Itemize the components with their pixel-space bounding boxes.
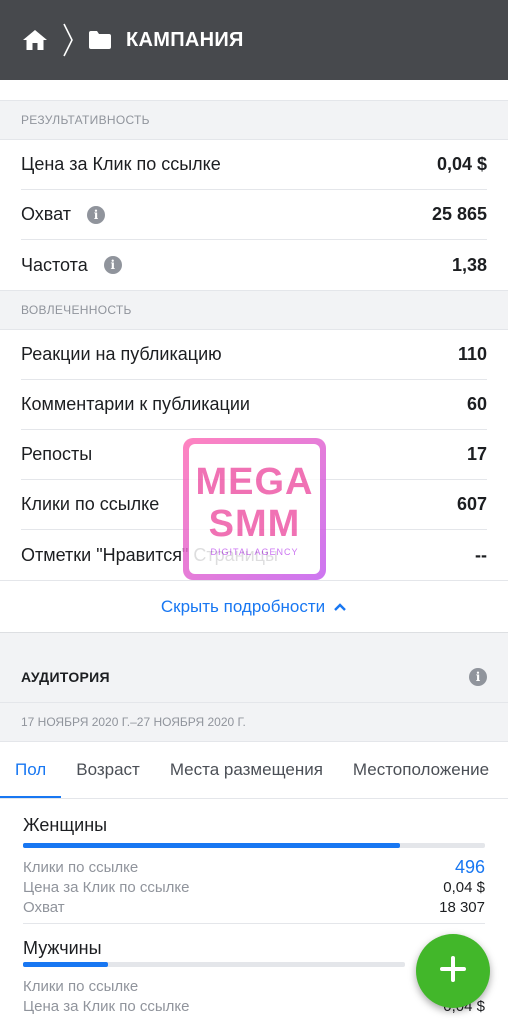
metric-value: 17 <box>466 444 487 464</box>
stat-label: Цена за Клик по ссылке <box>23 997 190 1015</box>
metric-value: 110 <box>457 344 487 364</box>
stat-row: Клики по ссылке 496 <box>23 857 485 877</box>
metric-value: 60 <box>466 394 487 414</box>
group-title: Мужчины <box>23 938 102 958</box>
metric-value: 25 865 <box>431 204 487 224</box>
audience-tabs: Пол Возраст Места размещения Местоположе… <box>0 742 508 799</box>
watermark-inner: MEGA SMM DIGITAL AGENCY <box>189 444 320 574</box>
metric-value: 607 <box>456 494 487 514</box>
metric-row-reach: Охват i 25 865 <box>21 190 487 240</box>
stat-label: Клики по ссылке <box>23 977 139 995</box>
metric-label-wrap: Охват i <box>21 204 106 225</box>
stat-row: Клики по ссылке <box>23 976 485 996</box>
tab-age[interactable]: Возраст <box>61 742 155 798</box>
metric-row-frequency: Частота i 1,38 <box>21 240 487 290</box>
chevron-right-icon <box>62 23 74 57</box>
hide-details-link[interactable]: Скрыть подробности <box>0 580 508 632</box>
watermark-logo: MEGA SMM DIGITAL AGENCY <box>183 438 326 580</box>
page-title: КАМПАНИЯ <box>126 28 244 51</box>
progress-fill <box>23 962 108 967</box>
performance-list: Цена за Клик по ссылке 0,04 $ Охват i 25 … <box>0 140 508 290</box>
tab-gender[interactable]: Пол <box>0 742 62 798</box>
stat-label: Охват <box>23 898 65 916</box>
watermark-subtitle: DIGITAL AGENCY <box>210 547 299 557</box>
spacer <box>0 80 508 100</box>
chevron-up-icon <box>333 597 347 617</box>
audience-title: АУДИТОРИЯ <box>21 669 110 685</box>
stat-label: Клики по ссылке <box>23 858 139 876</box>
section-divider <box>0 632 508 652</box>
metric-label-wrap: Частота i <box>21 255 122 276</box>
stat-value: 18 307 <box>439 898 485 916</box>
stat-value[interactable]: 496 <box>455 857 485 878</box>
tab-location[interactable]: Местоположение <box>338 742 504 798</box>
top-bar: КАМПАНИЯ <box>0 0 508 80</box>
tab-placements[interactable]: Места размещения <box>155 742 338 798</box>
section-heading-engagement: ВОВЛЕЧЕННОСТЬ <box>0 290 508 330</box>
progress-track <box>23 962 405 967</box>
info-icon[interactable]: i <box>87 205 106 224</box>
section-heading-performance: РЕЗУЛЬТАТИВНОСТЬ <box>0 100 508 140</box>
metric-row-cpc: Цена за Клик по ссылке 0,04 $ <box>21 140 487 190</box>
metric-row-reactions: Реакции на публикацию 110 <box>21 330 487 380</box>
date-range: 17 НОЯБРЯ 2020 Г.–27 НОЯБРЯ 2020 Г. <box>0 702 508 742</box>
stat-label: Цена за Клик по ссылке <box>23 878 190 896</box>
metric-label: Клики по ссылке <box>21 494 160 514</box>
group-title: Женщины <box>23 815 108 835</box>
metric-row-comments: Комментарии к публикации 60 <box>21 380 487 430</box>
folder-icon <box>88 30 112 50</box>
metric-label: Цена за Клик по ссылке <box>21 154 221 174</box>
metric-value: 1,38 <box>451 254 487 275</box>
metric-label: Охват <box>21 204 72 224</box>
stat-row: Цена за Клик по ссылке 0,04 $ <box>23 877 485 897</box>
metric-label: Частота <box>21 254 88 275</box>
audience-header: АУДИТОРИЯ i <box>0 652 508 702</box>
add-button[interactable] <box>416 934 490 1008</box>
plus-icon <box>439 955 467 988</box>
stat-row: Цена за Клик по ссылке0,04 $ <box>23 996 485 1016</box>
stat-row: Охват 18 307 <box>23 897 485 917</box>
metric-label: Реакции на публикацию <box>21 344 222 364</box>
metric-label: Репосты <box>21 444 93 464</box>
metric-label: Комментарии к публикации <box>21 394 250 414</box>
stat-value: 0,04 $ <box>443 878 485 896</box>
audience-group-women: Женщины Клики по ссылке 496 Цена за Клик … <box>0 799 508 924</box>
hide-details-label: Скрыть подробности <box>160 596 326 616</box>
watermark-title: MEGA <box>195 461 314 503</box>
progress-fill <box>23 843 400 848</box>
info-icon[interactable]: i <box>103 256 122 274</box>
progress-track <box>23 843 485 848</box>
metric-value: 0,04 $ <box>436 154 487 174</box>
home-icon[interactable] <box>22 29 48 51</box>
metric-value: -- <box>475 544 487 565</box>
watermark-title: SMM <box>208 503 301 545</box>
info-icon[interactable]: i <box>469 668 487 686</box>
